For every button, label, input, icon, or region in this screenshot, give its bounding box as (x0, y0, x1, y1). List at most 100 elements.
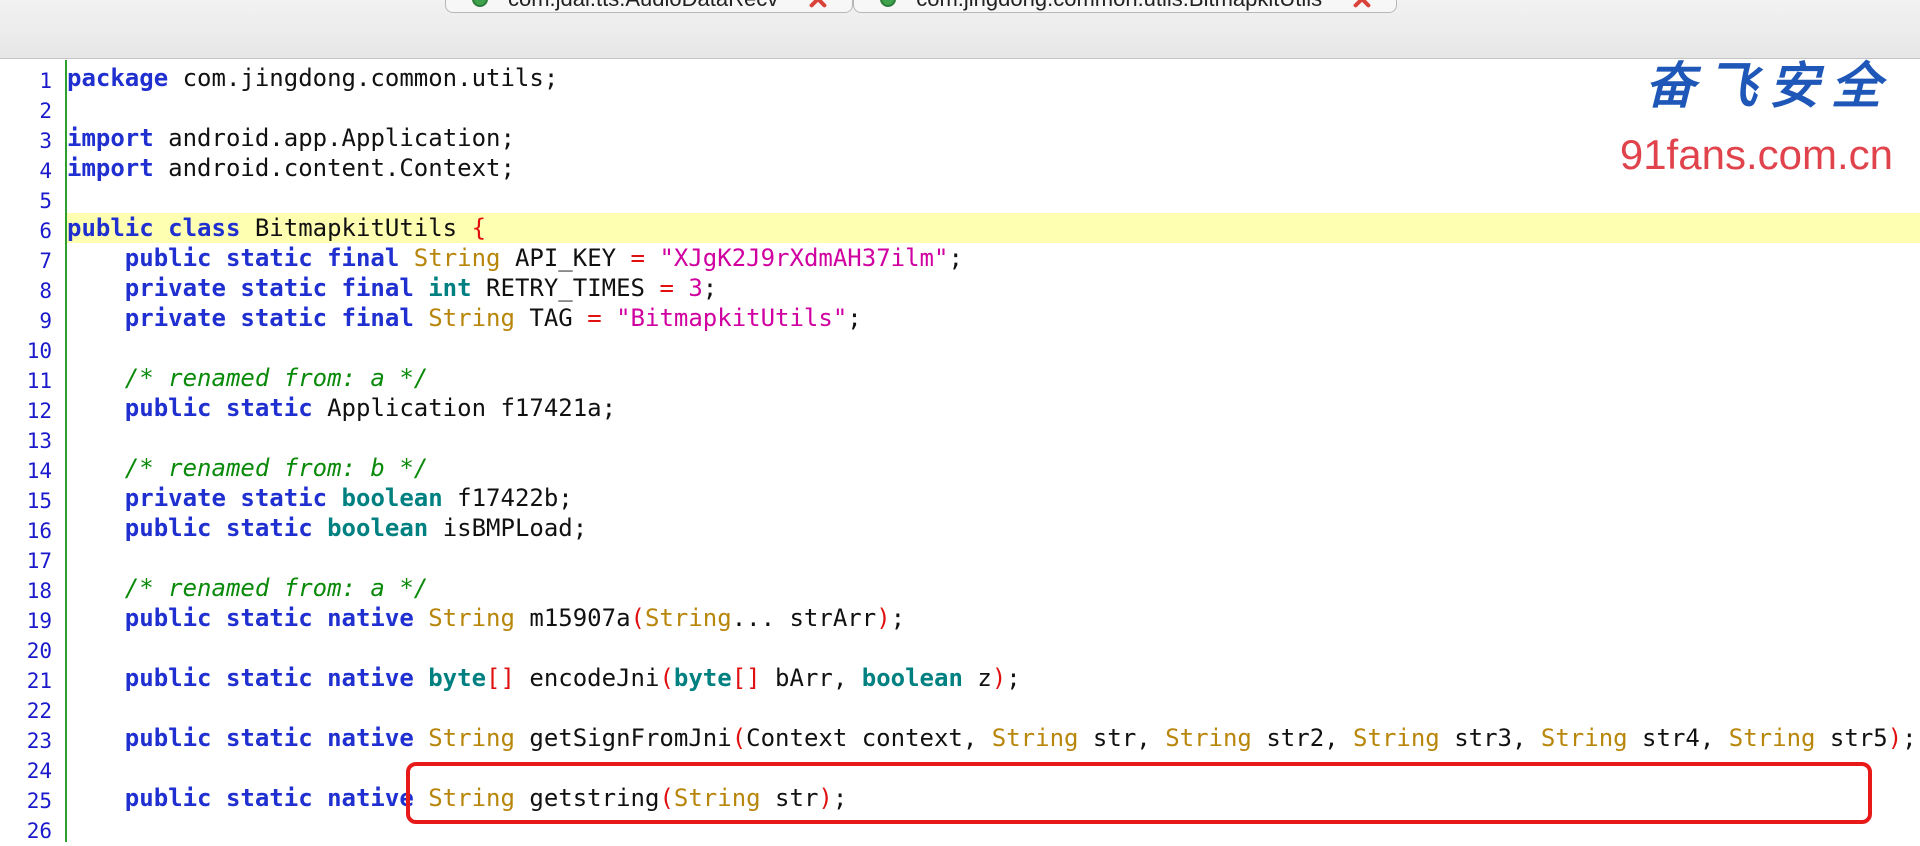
code-token: boolean (327, 514, 429, 542)
code-token: bArr, (760, 664, 862, 692)
line-number: 24 (26, 759, 52, 783)
code-token: encodeJni (514, 664, 660, 692)
code-line[interactable]: 10 (0, 333, 1920, 363)
code-line[interactable]: 19 public static native String m15907a(S… (0, 603, 1920, 633)
code-text: public static native byte[] encodeJni(by… (67, 663, 1021, 693)
code-token: String (1165, 724, 1252, 752)
tab-label: com.jingdong.common.utils.BitmapkitUtils (916, 0, 1322, 12)
line-number: 17 (26, 549, 52, 573)
code-token: android.content.Context; (168, 154, 515, 182)
code-line[interactable]: 21 public static native byte[] encodeJni… (0, 663, 1920, 693)
code-token: ) (991, 664, 1007, 692)
code-line[interactable]: 13 (0, 423, 1920, 453)
code-token: String (428, 724, 515, 752)
line-number: 22 (26, 699, 52, 723)
code-token: Application f17421a; (312, 394, 617, 422)
line-number: 2 (39, 99, 52, 123)
code-token: public static native (124, 724, 414, 752)
code-line[interactable]: 14 /* renamed from: b */ (0, 453, 1920, 483)
code-line[interactable]: 8 private static final int RETRY_TIMES =… (0, 273, 1920, 303)
code-token: android.app.Application; (168, 124, 515, 152)
code-text: public static final String API_KEY = "XJ… (67, 243, 963, 273)
code-token: com.jingdong.common.utils; (182, 64, 559, 92)
close-icon[interactable] (808, 0, 826, 8)
code-line[interactable]: 16 public static boolean isBMPLoad; (0, 513, 1920, 543)
line-number: 25 (26, 789, 52, 813)
code-token: str3, (1439, 724, 1541, 752)
code-token: String (1540, 724, 1628, 752)
code-text: private static boolean f17422b; (67, 483, 573, 513)
code-token: ; (1902, 724, 1917, 752)
line-number: 23 (26, 729, 52, 753)
line-number: 14 (26, 459, 52, 483)
code-token: import (67, 124, 169, 152)
line-number: 10 (26, 339, 52, 363)
code-token: Context context, (746, 724, 992, 752)
line-number: 9 (39, 309, 52, 333)
code-line[interactable]: 12 public static Application f17421a; (0, 393, 1920, 423)
code-line[interactable]: 17 (0, 543, 1920, 573)
line-number: 1 (39, 69, 52, 93)
code-line[interactable]: 9 private static final String TAG = "Bit… (0, 303, 1920, 333)
code-token: String (644, 604, 732, 632)
tab-label: com.jdai.tts.AudioDataRecv (508, 0, 778, 12)
code-text: public static native String getSignFromJ… (67, 723, 1917, 753)
watermark-url: 91fans.com.cn (1619, 131, 1893, 178)
code-token: /* renamed from: b */ (124, 454, 429, 482)
code-text: import android.content.Context; (67, 153, 515, 183)
code-text: private static final int RETRY_TIMES = 3… (67, 273, 717, 303)
code-line[interactable]: 15 private static boolean f17422b; (0, 483, 1920, 513)
code-token: String (428, 604, 515, 632)
code-token: z (962, 664, 992, 692)
tab-audiodatarecv[interactable]: com.jdai.tts.AudioDataRecv (445, 0, 854, 13)
line-number: 12 (26, 399, 52, 423)
code-text: private static final String TAG = "Bitma… (67, 303, 862, 333)
code-token: String (991, 724, 1079, 752)
line-number: 15 (26, 489, 52, 513)
tab-bitmapkitutils[interactable]: com.jingdong.common.utils.BitmapkitUtils (853, 0, 1398, 13)
code-token: ; (948, 244, 963, 272)
code-line[interactable]: 22 (0, 693, 1920, 723)
highlight-annotation-box (406, 762, 1872, 824)
code-line[interactable]: 11 /* renamed from: a */ (0, 363, 1920, 393)
line-number: 18 (26, 579, 52, 603)
code-token: private static (124, 484, 328, 512)
code-text: /* renamed from: b */ (67, 453, 428, 483)
line-number: 16 (26, 519, 52, 543)
code-token: str4, (1627, 724, 1729, 752)
line-number: 13 (26, 429, 52, 453)
line-number: 4 (39, 159, 52, 183)
code-token: ) (876, 604, 891, 632)
code-token: import (67, 154, 169, 182)
code-token: String (428, 304, 515, 332)
code-line[interactable]: 7 public static final String API_KEY = "… (0, 243, 1920, 273)
code-token: ... strArr (731, 604, 877, 632)
code-text: /* renamed from: a */ (67, 363, 428, 393)
class-file-icon (880, 0, 897, 7)
code-text: public static Application f17421a; (67, 393, 616, 423)
code-line[interactable]: 20 (0, 633, 1920, 663)
code-line[interactable]: 23 public static native String getSignFr… (0, 723, 1920, 753)
code-line[interactable]: 6 public class BitmapkitUtils { (39, 213, 1920, 243)
code-line[interactable]: 18 /* renamed from: a */ (0, 573, 1920, 603)
code-token: public static native (124, 664, 414, 692)
code-text: package com.jingdong.common.utils; (67, 63, 558, 93)
code-token: boolean (341, 484, 443, 512)
code-line[interactable]: 5 (0, 183, 1920, 213)
watermark-logo-text: 奋飞安全 (1645, 56, 1893, 115)
code-token: ( (731, 724, 747, 752)
code-text: public static native String m15907a(Stri… (67, 603, 905, 633)
close-icon[interactable] (1352, 0, 1370, 8)
code-token: /* renamed from: a */ (124, 574, 429, 602)
